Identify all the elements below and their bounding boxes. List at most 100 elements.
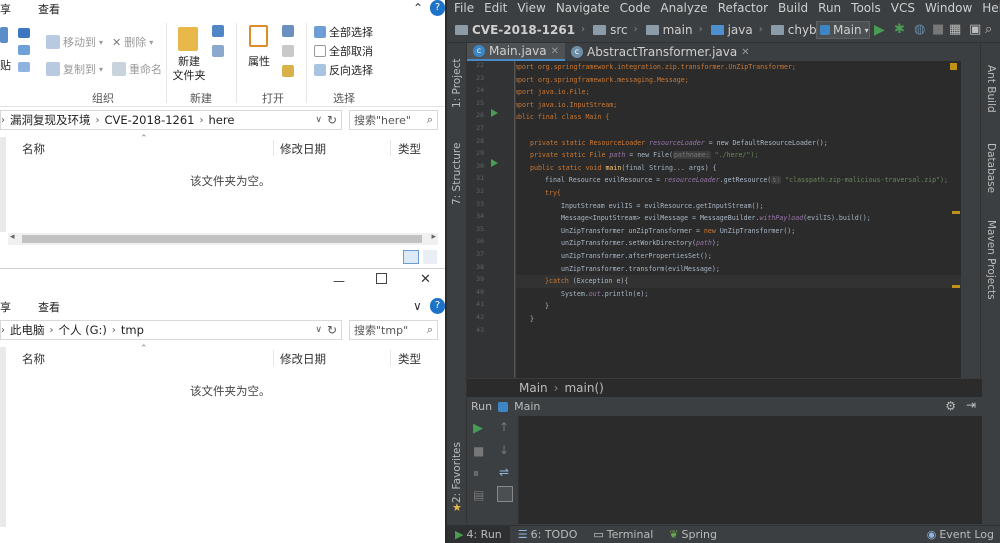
- menu-window[interactable]: Window: [925, 1, 972, 15]
- run-console[interactable]: ▶ ↑ ■ ↓ ⏸ ⇌ ▤: [467, 416, 982, 524]
- project-structure-icon[interactable]: ▦: [949, 22, 961, 37]
- scroll-down-icon[interactable]: ↓: [499, 443, 509, 457]
- bottom-tab-event-log[interactable]: ◉ Event Log: [919, 526, 1000, 543]
- soft-wrap-icon[interactable]: ⇌: [499, 465, 509, 479]
- tab-close-icon[interactable]: ✕: [551, 46, 559, 57]
- menu-edit[interactable]: Edit: [484, 1, 507, 15]
- large-icons-view-icon[interactable]: [423, 250, 437, 264]
- rename-button[interactable]: 重命名: [112, 61, 162, 77]
- column-divider[interactable]: [273, 140, 274, 156]
- analysis-status-icon[interactable]: [950, 63, 957, 70]
- nav-crumb-main[interactable]: main: [645, 23, 693, 37]
- column-name-header[interactable]: 名称: [22, 351, 45, 367]
- nav-crumb-src[interactable]: src: [593, 23, 628, 37]
- breadcrumb-item[interactable]: 此电脑: [10, 322, 45, 338]
- search-icon[interactable]: ⌕: [427, 113, 433, 127]
- breadcrumb-chevron-icon[interactable]: ›: [96, 115, 100, 126]
- nav-crumb-java[interactable]: java: [710, 23, 753, 37]
- menu-view[interactable]: View: [517, 1, 545, 15]
- tool-window-favorites[interactable]: 2: Favorites: [451, 442, 463, 503]
- shortcut-icon[interactable]: [18, 45, 30, 55]
- refresh-icon[interactable]: ↻: [327, 113, 337, 127]
- properties-icon[interactable]: [249, 25, 268, 47]
- code-editor[interactable]: mport org.springframework.integration.zi…: [516, 61, 961, 378]
- rerun-icon[interactable]: ▶: [473, 421, 483, 436]
- search-everywhere-icon[interactable]: ⌕: [985, 22, 992, 37]
- warning-marker[interactable]: [952, 211, 960, 214]
- breadcrumb-method[interactable]: main(): [564, 381, 603, 395]
- column-divider[interactable]: [390, 350, 391, 366]
- expand-ribbon-icon[interactable]: ∨: [413, 299, 422, 313]
- nav-pane-edge[interactable]: [0, 347, 6, 527]
- collapse-ribbon-icon[interactable]: ⌃: [413, 1, 423, 15]
- tool-window-ant-build[interactable]: Ant Build: [985, 65, 997, 113]
- ribbon-tab-share[interactable]: 享: [0, 1, 11, 17]
- help-icon[interactable]: ?: [430, 298, 445, 314]
- breadcrumb-class[interactable]: Main: [519, 381, 548, 395]
- menu-tools[interactable]: Tools: [851, 1, 881, 15]
- hide-panel-icon[interactable]: ⇥: [966, 398, 976, 412]
- address-dropdown-icon[interactable]: ∨: [315, 115, 322, 125]
- close-icon[interactable]: ✕: [420, 272, 431, 287]
- menu-vcs[interactable]: VCS: [891, 1, 915, 15]
- refresh-icon[interactable]: ↻: [327, 323, 337, 337]
- stop-icon[interactable]: ■: [473, 444, 484, 458]
- horizontal-scrollbar[interactable]: ◂ ▸: [8, 232, 438, 245]
- run-config-selector[interactable]: Main ▾: [816, 21, 870, 39]
- tool-window-database[interactable]: Database: [985, 143, 997, 193]
- print-icon[interactable]: [497, 486, 513, 502]
- bottom-tab-todo[interactable]: ☰ 6: TODO: [510, 526, 586, 543]
- maximize-icon[interactable]: [376, 273, 387, 284]
- nav-crumb-project[interactable]: CVE-2018-1261: [455, 23, 575, 37]
- address-box[interactable]: › 漏洞复现及环境 › CVE-2018-1261 › here ∨ ↻: [0, 110, 342, 130]
- scrollbar-thumb[interactable]: [22, 235, 422, 243]
- breadcrumb-chevron-icon[interactable]: ›: [1, 115, 5, 126]
- sdk-icon[interactable]: ▣: [969, 22, 981, 37]
- delete-button[interactable]: ✕ 删除 ▾: [112, 34, 153, 50]
- column-divider[interactable]: [273, 350, 274, 366]
- search-input[interactable]: 搜索"here" ⌕: [349, 110, 438, 130]
- easy-access-icon[interactable]: [212, 45, 224, 57]
- select-none-button[interactable]: 全部取消: [314, 43, 373, 59]
- scroll-left-icon[interactable]: ◂: [10, 232, 15, 242]
- paste-label[interactable]: 贴: [0, 57, 11, 73]
- breadcrumb-item[interactable]: 漏洞复现及环境: [10, 112, 91, 128]
- select-all-button[interactable]: 全部选择: [314, 24, 373, 40]
- bottom-tab-terminal[interactable]: ▭ Terminal: [585, 526, 661, 543]
- run-icon[interactable]: ▶: [874, 22, 885, 38]
- help-icon[interactable]: ?: [430, 0, 445, 16]
- address-dropdown-icon[interactable]: ∨: [315, 325, 322, 335]
- ribbon-tab-share[interactable]: 享: [0, 299, 11, 315]
- breadcrumb-chevron-icon[interactable]: ›: [112, 325, 116, 336]
- menu-code[interactable]: Code: [620, 1, 651, 15]
- pause-icon[interactable]: ⏸: [473, 466, 479, 481]
- scroll-up-icon[interactable]: ↑: [499, 420, 509, 434]
- column-date-header[interactable]: 修改日期: [280, 351, 326, 367]
- details-view-icon[interactable]: [403, 250, 419, 264]
- search-input[interactable]: 搜索"tmp" ⌕: [349, 320, 438, 340]
- bottom-tab-run[interactable]: ▶ 4: Run: [447, 525, 510, 543]
- breadcrumb-chevron-icon[interactable]: ›: [1, 325, 5, 336]
- column-date-header[interactable]: 修改日期: [280, 141, 326, 157]
- warning-marker[interactable]: [952, 285, 960, 288]
- breadcrumb-item[interactable]: CVE-2018-1261: [105, 113, 195, 127]
- coverage-icon[interactable]: ◍: [914, 22, 925, 37]
- tab-abstract-transformer[interactable]: c AbstractTransformer.java ✕: [565, 43, 756, 61]
- tool-window-project[interactable]: 1: Project: [451, 59, 463, 108]
- new-folder-icon[interactable]: [178, 27, 198, 51]
- menu-help[interactable]: Help: [982, 1, 1000, 15]
- new-folder-label[interactable]: 新建 文件夹: [170, 55, 208, 83]
- breadcrumb-chevron-icon[interactable]: ›: [50, 325, 54, 336]
- debug-icon[interactable]: ✱: [894, 22, 905, 37]
- menu-navigate[interactable]: Navigate: [556, 1, 610, 15]
- tab-main-java[interactable]: c Main.java ✕: [467, 43, 565, 61]
- invert-selection-button[interactable]: 反向选择: [314, 62, 373, 78]
- tool-window-maven[interactable]: Maven Projects: [985, 220, 997, 300]
- nav-pane-edge[interactable]: [0, 137, 6, 232]
- move-to-button[interactable]: 移动到 ▾: [46, 34, 103, 50]
- breadcrumb-chevron-icon[interactable]: ›: [200, 115, 204, 126]
- settings-gear-icon[interactable]: ⚙: [945, 399, 956, 413]
- run-main-gutter-icon[interactable]: [491, 159, 498, 167]
- new-item-icon[interactable]: [212, 25, 224, 37]
- menu-run[interactable]: Run: [818, 1, 841, 15]
